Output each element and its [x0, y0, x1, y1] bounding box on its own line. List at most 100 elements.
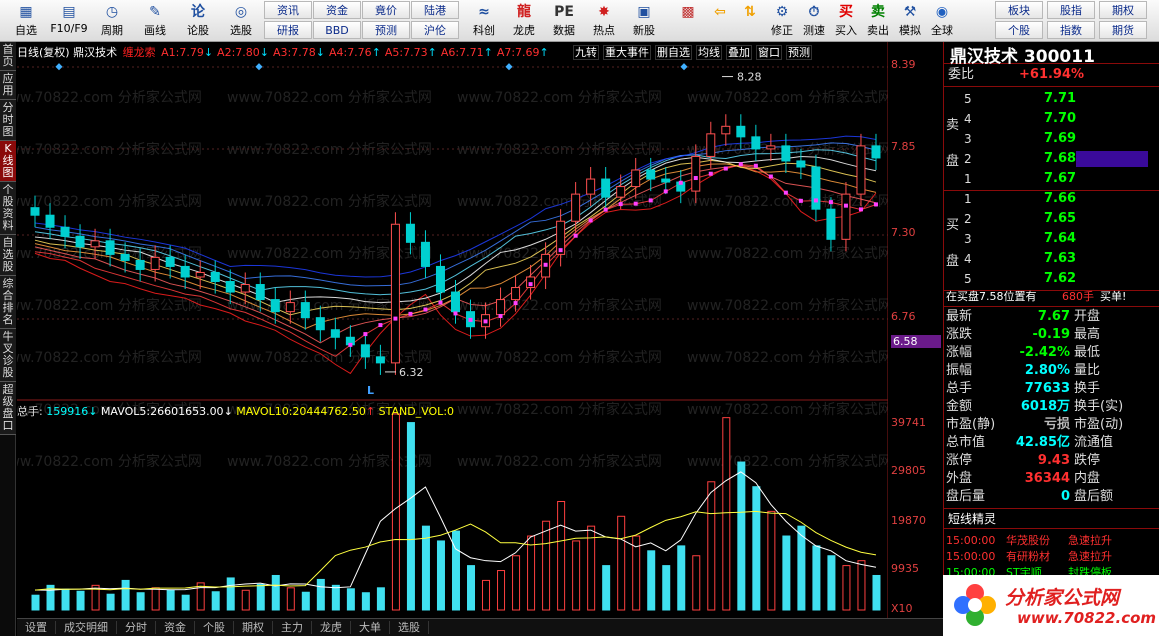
kline-chart-area[interactable]: www.70822.com 分析家公式网 www.70822.com 分析家公式网… [17, 42, 888, 618]
candle-body [826, 208, 836, 240]
toolbar-btn3-2[interactable]: ⇅ [734, 1, 766, 41]
event-marker-icon [680, 63, 688, 71]
candle-body [661, 178, 671, 183]
buy-level-row[interactable]: 2 7.65 [944, 210, 1159, 228]
sidebar-item-3[interactable]: K线图 [0, 141, 16, 182]
chart-tab-5[interactable]: 窗口 [756, 45, 782, 60]
high-label: 8.28 [737, 71, 762, 84]
sidebar-item-8[interactable]: 超级盘口 [0, 382, 16, 435]
stat-value: 亏损 [1043, 417, 1070, 432]
toolbar-btn3-1[interactable]: ⇦ [704, 1, 736, 41]
toolbar-btn-2[interactable]: ◷ 周期 [90, 1, 134, 41]
bottom-tab-2[interactable]: 分时 [117, 621, 156, 634]
stat-row: 盘后量 0 盘后额 [944, 488, 1159, 506]
bottom-tab-6[interactable]: 主力 [273, 621, 312, 634]
toolbar-small-btn2[interactable]: 板块 [995, 1, 1043, 19]
sell-level-row[interactable]: 2 7.68 [944, 150, 1159, 168]
toolbar-small-btn2[interactable]: 期权 [1099, 1, 1147, 19]
chart-tab-3[interactable]: 均线 [696, 45, 722, 60]
candle-body [766, 145, 776, 150]
chart-watermark: www.70822.com 分析家公式网 [17, 349, 202, 366]
bottom-tab-0[interactable]: 设置 [17, 621, 56, 634]
toolbar-btn2-1[interactable]: 龍龙虎 [502, 1, 546, 41]
toolbar-small-btn2[interactable]: 指数 [1047, 21, 1095, 39]
logo-watermark: 分析家公式网 www.70822.com [943, 575, 1159, 636]
logo-url: www.70822.com [1017, 609, 1157, 627]
toolbar-small-btn[interactable]: 陆港 [411, 1, 459, 19]
toolbar-btn2-2[interactable]: PE 数据 [542, 1, 586, 41]
toolbar-small-btn2[interactable]: 个股 [995, 21, 1043, 39]
toolbar-small-btn[interactable]: 资金 [313, 1, 361, 19]
sidebar-item-5[interactable]: 自选股 [0, 235, 16, 276]
toolbar-btn3-7[interactable]: ⚒ 模拟 [894, 1, 926, 41]
toolbar-btn-4[interactable]: 论论股 [176, 1, 220, 41]
toolbar-btn3-8[interactable]: ◉ 全球 [926, 1, 958, 41]
toolbar-btn-1[interactable]: ▤ F10/F9 [47, 1, 91, 41]
sidebar-item-4[interactable]: 个股资料 [0, 182, 16, 235]
signal-dot [723, 166, 728, 171]
bottom-tab-7[interactable]: 龙虎 [312, 621, 351, 634]
sidebar-item-7[interactable]: 牛叉诊股 [0, 329, 16, 382]
toolbar-small-btn[interactable]: 资讯 [264, 1, 312, 19]
sidebar-item-0[interactable]: 首页 [0, 42, 16, 71]
toolbar-btn2-0[interactable]: ≈ 科创 [462, 1, 506, 41]
bottom-tab-9[interactable]: 选股 [390, 621, 429, 634]
toolbar-small-btn2[interactable]: 股指 [1047, 1, 1095, 19]
toolbar-btn2-3[interactable]: ✸ 热点 [582, 1, 626, 41]
toolbar-btn3-6[interactable]: 卖卖出 [862, 1, 894, 41]
buy-level-row[interactable]: 5 7.62 [944, 270, 1159, 288]
signal-dot [873, 202, 878, 207]
sidebar-item-1[interactable]: 应用 [0, 71, 16, 100]
toolbar-btn-label: 修正 [771, 24, 793, 37]
sell-level-row[interactable]: 1 7.67 [944, 170, 1159, 188]
toolbar-small-btn[interactable]: 沪伦 [411, 21, 459, 39]
candle-body [165, 256, 175, 267]
toolbar-btn3-4[interactable]: ⏱ 测速 [798, 1, 830, 41]
toolbar-btn-3[interactable]: ✎ 画线 [133, 1, 177, 41]
buy-level-row[interactable]: 4 7.63 [944, 250, 1159, 268]
bottom-tab-8[interactable]: 大单 [351, 621, 390, 634]
sell-level-row[interactable]: 3 7.69 [944, 130, 1159, 148]
low-marker: L [367, 384, 374, 397]
mavol5-value: 26601653.00 [150, 405, 224, 418]
chart-tab-6[interactable]: 预测 [786, 45, 812, 60]
volume-bar [376, 587, 385, 611]
volume-bar [136, 592, 145, 611]
bottom-tab-4[interactable]: 个股 [195, 621, 234, 634]
signal-dot [783, 190, 788, 195]
bottom-tab-3[interactable]: 资金 [156, 621, 195, 634]
chart-tab-2[interactable]: 删自选 [655, 45, 692, 60]
signal-dot [678, 180, 683, 185]
bottom-tab-1[interactable]: 成交明细 [56, 621, 117, 634]
repair-icon: ⚙ [775, 4, 789, 20]
chart-indicator-name[interactable]: 缠龙索 [123, 46, 156, 59]
sell-level-row[interactable]: 5 7.71 [944, 90, 1159, 108]
volume-bar [121, 579, 130, 611]
param-arrow: ↓ [315, 46, 325, 59]
bottom-tab-5[interactable]: 期权 [234, 621, 273, 634]
chart-tab-4[interactable]: 叠加 [726, 45, 752, 60]
volume-bar [211, 591, 220, 611]
buy-level-row[interactable]: 1 7.66 [944, 190, 1159, 208]
sidebar-item-2[interactable]: 分时图 [0, 100, 16, 141]
sell-level-row[interactable]: 4 7.70 [944, 110, 1159, 128]
toolbar-small-btn[interactable]: 竟价 [362, 1, 410, 19]
sidebar-item-6[interactable]: 综合排名 [0, 276, 16, 329]
toolbar-btn-5[interactable]: ◎ 选股 [219, 1, 263, 41]
toolbar-btn2-4[interactable]: ▣ 新股 [622, 1, 666, 41]
toolbar-btn3-0[interactable]: ▩ [672, 1, 704, 41]
level-index: 4 [964, 112, 972, 126]
event-marker-icon [55, 63, 63, 71]
toolbar-btn3-5[interactable]: 买买入 [830, 1, 862, 41]
buy-level-row[interactable]: 3 7.64 [944, 230, 1159, 248]
volume-bar [557, 500, 566, 611]
toolbar-btn3-3[interactable]: ⚙ 修正 [766, 1, 798, 41]
toolbar-small-btn[interactable]: 预测 [362, 21, 410, 39]
toolbar-small-btn[interactable]: 研报 [264, 21, 312, 39]
toolbar-small-btn[interactable]: BBD [313, 21, 361, 39]
toolbar-small-btn2[interactable]: 期货 [1099, 21, 1147, 39]
chart-tab-1[interactable]: 重大事件 [603, 45, 651, 60]
chart-tab-0[interactable]: 九转 [573, 45, 599, 60]
stat-key: 总手 [946, 381, 973, 396]
toolbar-btn-0[interactable]: ▦ 自选 [4, 1, 48, 41]
